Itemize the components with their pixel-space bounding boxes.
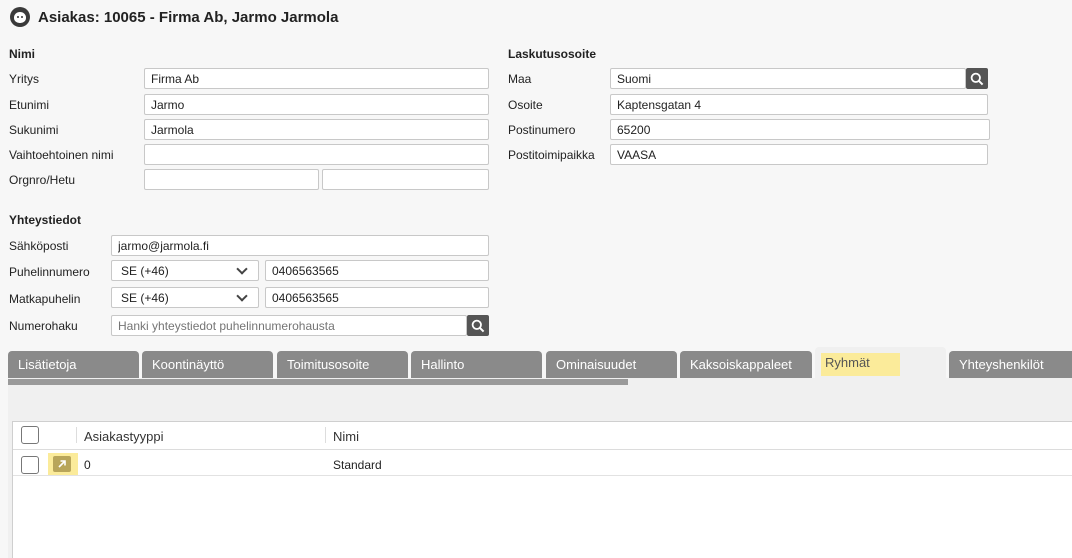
address-label: Osoite [508,98,543,112]
phone-lookup-input[interactable] [111,315,467,336]
chevron-down-icon [236,289,248,302]
mobile-label: Matkapuhelin [9,292,81,306]
country-search-button[interactable] [966,68,988,89]
city-input[interactable] [610,144,988,165]
mobile-country-select[interactable]: SE (+46) [111,287,259,308]
phone-country-value: SE (+46) [121,263,169,278]
horizontal-scrollbar[interactable] [8,379,628,385]
search-icon [970,72,984,85]
orgnr-input[interactable] [144,169,319,190]
column-header-nimi[interactable]: Nimi [333,429,359,444]
phone-lookup-search-button[interactable] [467,315,489,336]
column-header-asiakastyyppi[interactable]: Asiakastyyppi [84,429,163,444]
tab-ominaisuudet[interactable]: Ominaisuudet [546,351,677,378]
phone-label: Puhelinnumero [9,265,90,279]
name-section-heading: Nimi [9,47,36,61]
search-icon [471,319,485,332]
row-checkbox[interactable] [21,456,39,474]
postcode-input[interactable] [610,119,990,140]
open-row-button[interactable] [53,456,71,472]
postcode-label: Postinumero [508,123,576,137]
select-all-checkbox[interactable] [21,426,39,444]
phone-input[interactable] [265,260,489,281]
tab-ryhmat[interactable]: Ryhmät [815,347,946,378]
tab-label: Hallinto [421,357,465,372]
firstname-label: Etunimi [9,98,50,112]
tab-koontinaytto[interactable]: Koontinäyttö [142,351,273,378]
mobile-country-value: SE (+46) [121,290,169,305]
company-input[interactable] [144,68,489,89]
billing-section-heading: Laskutusosoite [508,47,597,61]
open-link-icon [58,460,66,468]
orgnr-secondary-input[interactable] [322,169,489,190]
page-header: Asiakas: 10065 - Firma Ab, Jarmo Jarmola [10,6,338,28]
contact-section-heading: Yhteystiedot [9,213,82,227]
email-label: Sähköposti [9,239,69,253]
tab-label: Ominaisuudet [556,357,637,372]
lookup-label: Numerohaku [9,319,78,333]
table-row[interactable] [13,451,1072,476]
tab-label: Koontinäyttö [152,357,225,372]
tab-label: Yhteyshenkilöt [959,357,1044,372]
altname-label: Vaihtoehtoinen nimi [9,148,114,162]
tab-lisatietoja[interactable]: Lisätietoja [8,351,139,378]
city-label: Postitoimipaikka [508,148,595,162]
cell-nimi: Standard [333,458,382,472]
tab-kaksoiskappaleet[interactable]: Kaksoiskappaleet [680,351,812,378]
page-title: Asiakas: 10065 - Firma Ab, Jarmo Jarmola [38,8,339,26]
tab-label: Lisätietoja [18,357,77,372]
customer-avatar-icon [10,7,30,27]
mobile-input[interactable] [265,287,489,308]
tab-label: Ryhmät [821,353,900,376]
email-input[interactable] [111,235,489,256]
country-input[interactable] [610,68,966,89]
tab-toimitusosoite[interactable]: Toimitusosoite [277,351,408,378]
column-divider [325,427,326,443]
tab-yhteyshenkilot[interactable]: Yhteyshenkilöt [949,351,1072,378]
cell-asiakastyyppi: 0 [84,458,91,472]
address-input[interactable] [610,94,988,115]
grid-header [13,422,1072,450]
altname-input[interactable] [144,144,489,165]
tab-label: Kaksoiskappaleet [690,357,792,372]
country-label: Maa [508,72,532,86]
company-label: Yritys [9,72,39,86]
firstname-input[interactable] [144,94,489,115]
column-divider [76,427,77,443]
tab-label: Toimitusosoite [287,357,370,372]
chevron-down-icon [236,262,248,275]
lastname-input[interactable] [144,119,489,140]
tab-hallinto[interactable]: Hallinto [411,351,542,378]
lastname-label: Sukunimi [9,123,59,137]
orgnr-label: Orgnro/Hetu [9,173,76,187]
phone-country-select[interactable]: SE (+46) [111,260,259,281]
